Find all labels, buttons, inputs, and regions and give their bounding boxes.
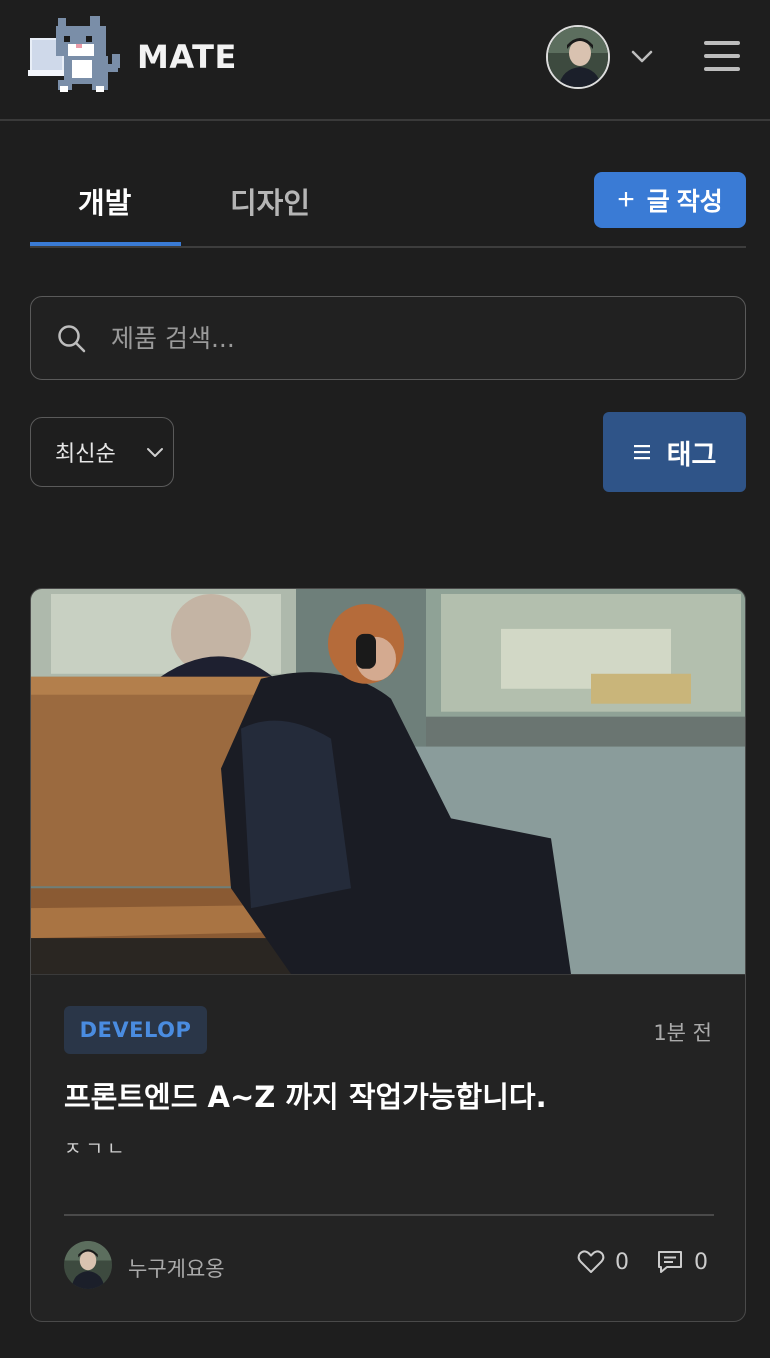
category-badge: DEVELOP [64, 1006, 207, 1054]
user-avatar[interactable] [546, 25, 610, 89]
post-thumbnail [31, 589, 745, 975]
tab-develop[interactable]: 개발 [78, 180, 131, 222]
like-count: 0 [615, 1249, 629, 1275]
chevron-down-icon[interactable] [628, 44, 656, 68]
post-excerpt: ㅈㄱㄴ [64, 1138, 129, 1160]
plus-icon: + [617, 183, 635, 216]
post-title[interactable]: 프론트엔드 A~Z 까지 작업가능합니다. [64, 1074, 547, 1116]
post-card[interactable]: DEVELOP 1분 전 프론트엔드 A~Z 까지 작업가능합니다. ㅈㄱㄴ 누… [30, 588, 746, 1322]
card-divider [64, 1214, 714, 1216]
comment-icon [658, 1251, 682, 1273]
author-name[interactable]: 누구게요옹 [128, 1253, 225, 1283]
search-icon [58, 325, 86, 353]
tag-filter-button[interactable]: 태그 [603, 412, 746, 492]
post-timestamp: 1분 전 [653, 1021, 712, 1045]
list-icon [633, 445, 650, 460]
chevron-down-icon [147, 448, 163, 457]
sort-selected-label: 최신순 [55, 442, 116, 467]
active-tab-indicator [30, 242, 181, 246]
write-post-label: 글 작성 [646, 188, 723, 216]
write-post-button[interactable]: + 글 작성 [594, 172, 746, 228]
search-input[interactable] [111, 313, 711, 363]
author-avatar[interactable] [64, 1241, 112, 1289]
hamburger-menu-icon[interactable] [700, 36, 744, 76]
brand-name: MATE [137, 38, 237, 76]
category-tabs: 개발 디자인 + 글 작성 [30, 150, 746, 248]
tab-design[interactable]: 디자인 [230, 180, 310, 222]
comment-count: 0 [694, 1249, 708, 1275]
comment-button[interactable]: 0 [656, 1249, 708, 1275]
app-header: MATE [0, 0, 770, 121]
heart-icon [577, 1250, 605, 1273]
sort-select[interactable]: 최신순 [30, 417, 174, 487]
tag-filter-label: 태그 [666, 439, 717, 471]
pixel-cat-logo[interactable] [28, 14, 122, 98]
avatar-image [548, 27, 608, 87]
like-button[interactable]: 0 [577, 1249, 629, 1275]
avatar-image [64, 1241, 112, 1289]
search-bar [30, 296, 746, 380]
